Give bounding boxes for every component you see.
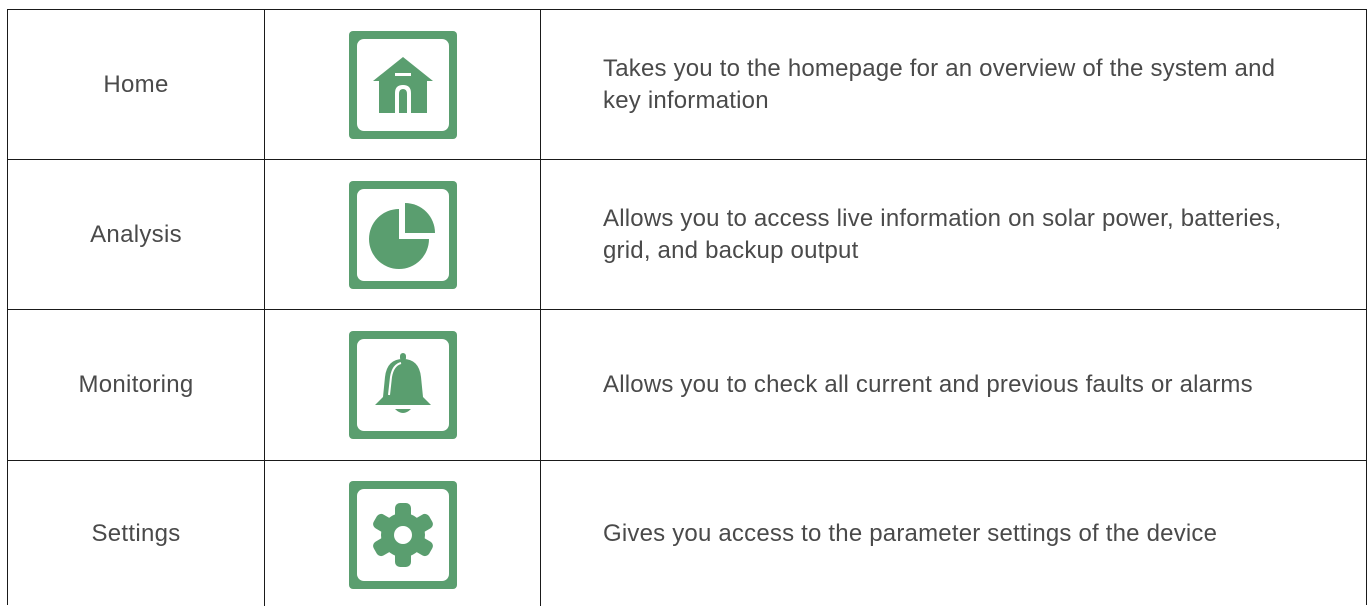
row-name: Settings [8, 461, 265, 606]
row-icon-cell [265, 160, 541, 309]
bell-icon [348, 331, 457, 439]
table-row-home: Home Takes you to the homepage for an ov… [8, 10, 1366, 160]
pie-chart-icon [348, 180, 457, 289]
row-icon-cell [265, 461, 541, 606]
home-icon [348, 30, 457, 139]
row-description: Takes you to the homepage for an overvie… [603, 54, 1276, 114]
menu-icon-table: Home Takes you to the homepage for an ov… [7, 9, 1367, 606]
row-name: Monitoring [8, 310, 265, 460]
row-icon-cell [265, 10, 541, 159]
table-row-settings: Settings Gives you access to the paramet… [8, 461, 1366, 606]
gear-icon [348, 481, 457, 589]
row-description: Allows you to access live information on… [603, 204, 1282, 264]
row-name: Analysis [8, 160, 265, 309]
row-icon-cell [265, 310, 541, 460]
table-row-analysis: Analysis Allows you to access live infor… [8, 160, 1366, 310]
row-description: Gives you access to the parameter settin… [603, 519, 1218, 547]
row-description: Allows you to check all current and prev… [603, 371, 1253, 398]
row-name: Home [8, 10, 265, 159]
table-row-monitoring: Monitoring Allows you to check all curre… [8, 310, 1366, 461]
